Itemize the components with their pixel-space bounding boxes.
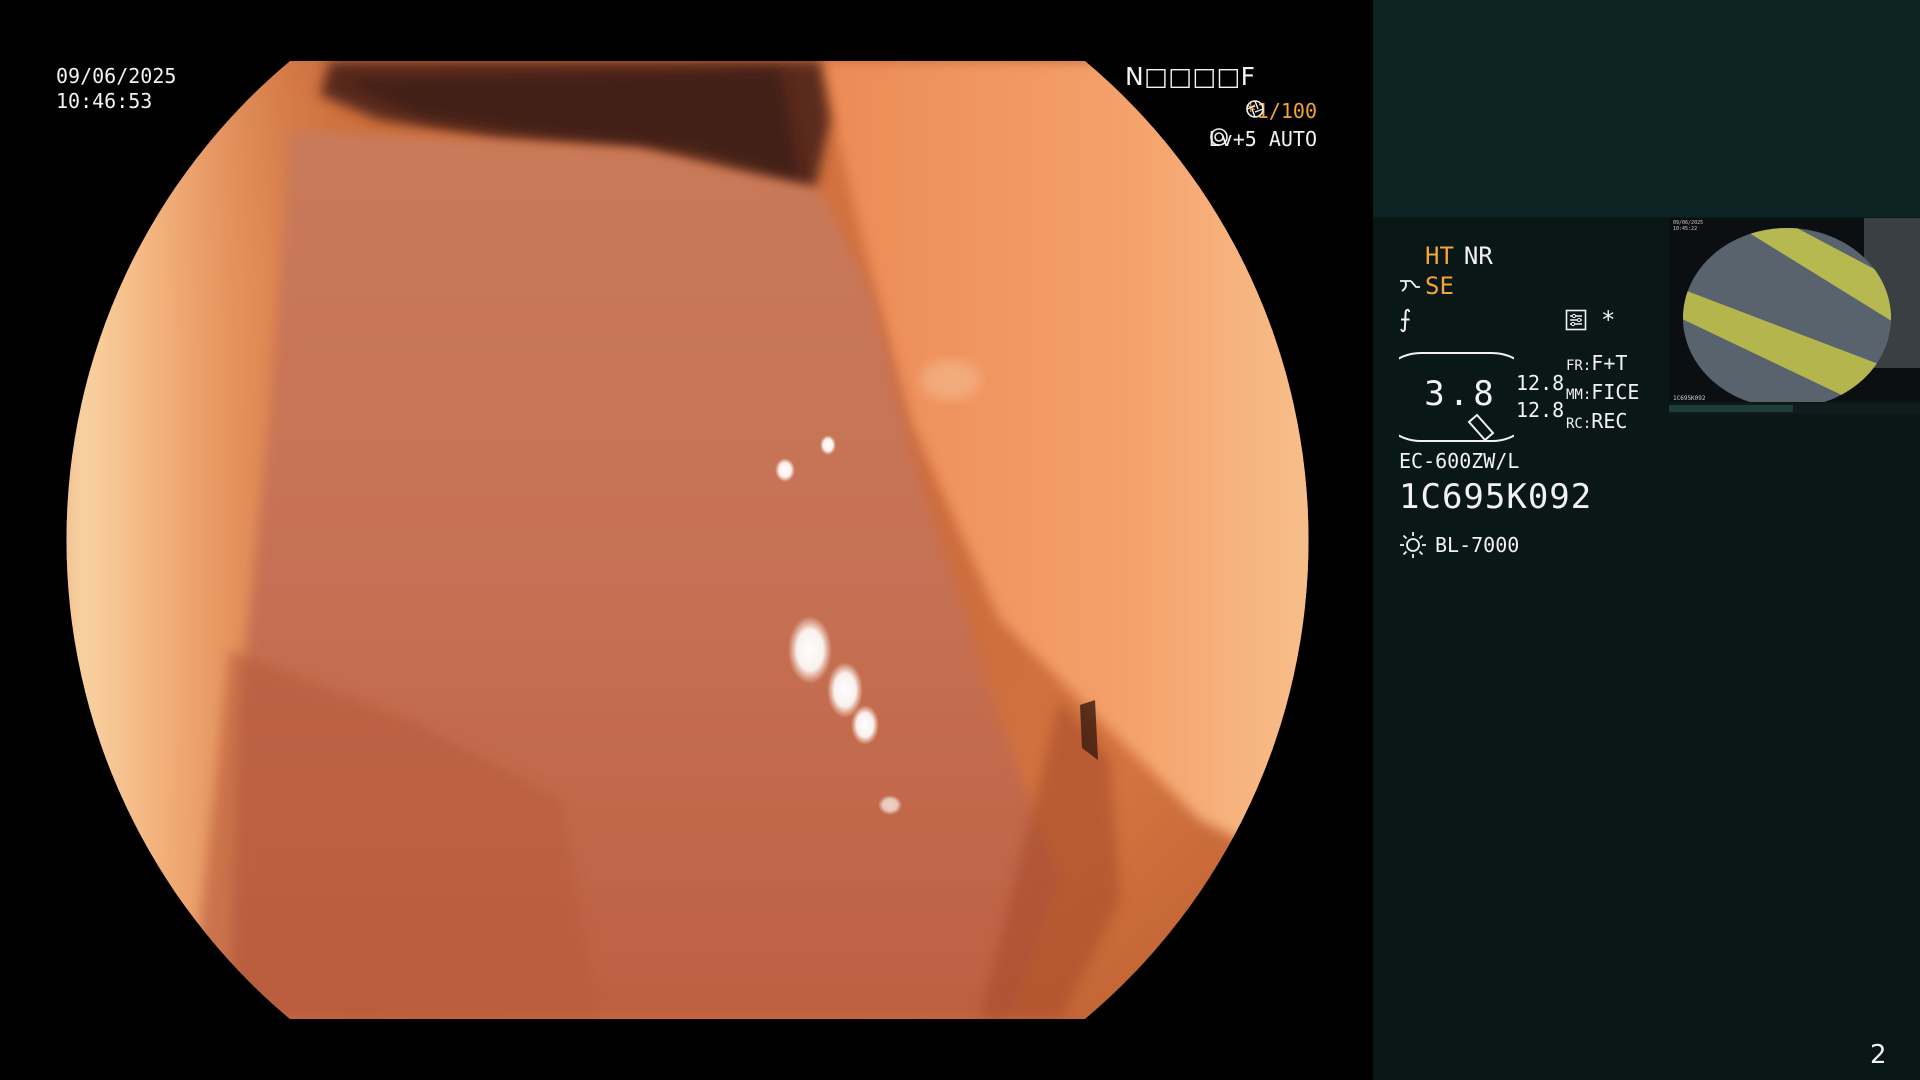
endoscope-view: 09/06/2025 10:46:53 N□□□□F *1/100 Lv+5 A… xyxy=(0,0,1373,1080)
settings-star: * xyxy=(1601,306,1616,334)
mode-settings: FR:F+T MM:FICE RC:REC xyxy=(1566,350,1639,437)
capture-thumbnail[interactable]: 09/06/2025 10:45:22 1C695K092 xyxy=(1669,218,1920,402)
settings-icon xyxy=(1565,309,1587,331)
mode-key: MM: xyxy=(1566,387,1592,403)
mode-fr: FR:F+T xyxy=(1566,350,1639,379)
info-panel: HT NR SE ⨍ * 3.8 12.8 12.8 FR:F+T MM:FIC… xyxy=(1373,0,1920,1080)
endoscopy-screen: 09/06/2025 10:46:53 N□□□□F *1/100 Lv+5 A… xyxy=(0,0,1920,1080)
patient-id: N□□□□F xyxy=(1125,62,1256,91)
light-source-label: BL-7000 xyxy=(1435,533,1520,557)
mode-key: RC: xyxy=(1566,416,1592,432)
zoom-value: 3.8 xyxy=(1424,374,1498,414)
enhancement-icon xyxy=(1400,280,1420,292)
ht-flag: HT xyxy=(1425,242,1454,270)
page-number: 2 xyxy=(1870,1040,1887,1070)
scope-serial: 1C695K092 xyxy=(1399,477,1593,517)
settings-indicators: * xyxy=(1565,306,1615,334)
magnification-value: 12.8 xyxy=(1516,371,1565,395)
time-display: 10:46:53 xyxy=(56,89,153,113)
mode-value: F+T xyxy=(1591,351,1628,375)
nr-flag: NR xyxy=(1463,242,1493,270)
thumbnail-progress xyxy=(1669,405,1793,412)
iris-icon xyxy=(1209,128,1228,146)
mode-mm: MM:FICE xyxy=(1566,379,1639,408)
light-source-icon xyxy=(1400,532,1426,558)
mode-key: FR: xyxy=(1566,358,1592,374)
mode-value: REC xyxy=(1591,409,1628,433)
light-source: BL-7000 xyxy=(1399,531,1519,559)
svg-text:10:45:22: 10:45:22 xyxy=(1673,226,1697,232)
iris-level: Lv+5 AUTO xyxy=(1209,127,1317,151)
thumbnail-progress-bar xyxy=(1669,403,1920,414)
mode-rc: RC:REC xyxy=(1566,408,1639,437)
shutter-speed: *1/100 xyxy=(1245,99,1317,123)
freeze-indicator: ⨍ xyxy=(1399,305,1412,333)
info-panel-header xyxy=(1373,0,1920,217)
freeze-icon: ⨍ xyxy=(1399,305,1412,333)
processing-flags: HT NR xyxy=(1425,242,1493,270)
scope-model: EC-600ZW/L xyxy=(1399,449,1520,473)
magnification-values: 12.8 12.8 xyxy=(1516,370,1564,424)
thumbnail-image: 09/06/2025 10:45:22 1C695K092 xyxy=(1669,218,1920,402)
structure-enhancement: SE xyxy=(1399,272,1454,300)
se-flag: SE xyxy=(1425,272,1454,300)
mode-value: FICE xyxy=(1591,380,1640,404)
endoscope-image xyxy=(66,61,1309,1019)
magnification-value: 12.8 xyxy=(1516,398,1565,422)
thumbnail-serial: 1C695K092 xyxy=(1673,395,1706,402)
date-display: 09/06/2025 xyxy=(56,64,177,88)
aperture-icon xyxy=(1245,100,1264,118)
